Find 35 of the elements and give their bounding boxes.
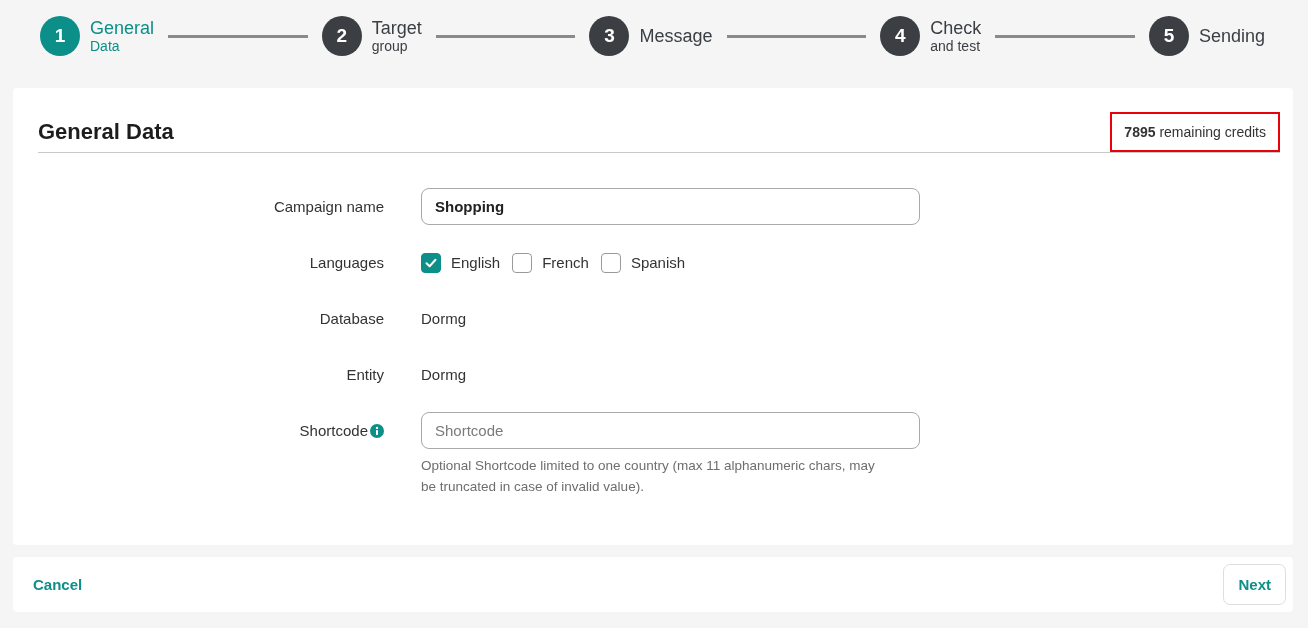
checkbox-label[interactable]: Spanish xyxy=(630,254,686,271)
card-title: General Data xyxy=(38,119,174,145)
help-text: Optional Shortcode limited to one country (max 11 alphanumeric chars, may be truncated in case of invalid value). xyxy=(421,457,876,496)
next-button[interactable]: Next xyxy=(1223,564,1286,605)
step-number[interactable]: 2 xyxy=(321,16,362,56)
step-title: General xyxy=(90,18,155,38)
step-number[interactable]: 3 xyxy=(589,16,630,56)
step-number[interactable]: 5 xyxy=(1148,16,1189,56)
step-subtitle: group xyxy=(371,37,408,54)
info-icon[interactable] xyxy=(370,423,384,438)
step-number[interactable]: 1 xyxy=(40,16,80,56)
step-subtitle: and test xyxy=(930,37,982,54)
step-title: Sending xyxy=(1198,26,1266,46)
checkbox[interactable] xyxy=(421,252,441,273)
checkmark-icon xyxy=(425,257,437,268)
checkbox-label[interactable]: French xyxy=(542,254,589,271)
field-label: Entity xyxy=(346,366,384,383)
step-title: Check xyxy=(930,18,982,38)
step-subtitle: Data xyxy=(90,37,121,54)
field-label: Languages xyxy=(309,254,384,271)
checkbox[interactable] xyxy=(512,252,533,273)
field-label: Shortcode xyxy=(299,422,368,439)
field-value: Dormg xyxy=(421,310,466,327)
step-number[interactable]: 4 xyxy=(880,16,921,56)
cancel-link[interactable]: Cancel xyxy=(33,576,83,593)
field-label: Campaign name xyxy=(273,198,384,215)
input-field[interactable]: Shortcode xyxy=(421,412,920,449)
input-field[interactable]: Shopping xyxy=(421,188,920,225)
step-title: Message xyxy=(639,26,713,46)
step-title: Target xyxy=(371,18,422,38)
credits-text: 7895 remaining credits xyxy=(1124,124,1266,140)
field-label: Database xyxy=(319,310,384,327)
field-value: Dormg xyxy=(421,366,466,383)
checkbox[interactable] xyxy=(600,252,621,273)
checkbox-label[interactable]: English xyxy=(451,254,501,271)
